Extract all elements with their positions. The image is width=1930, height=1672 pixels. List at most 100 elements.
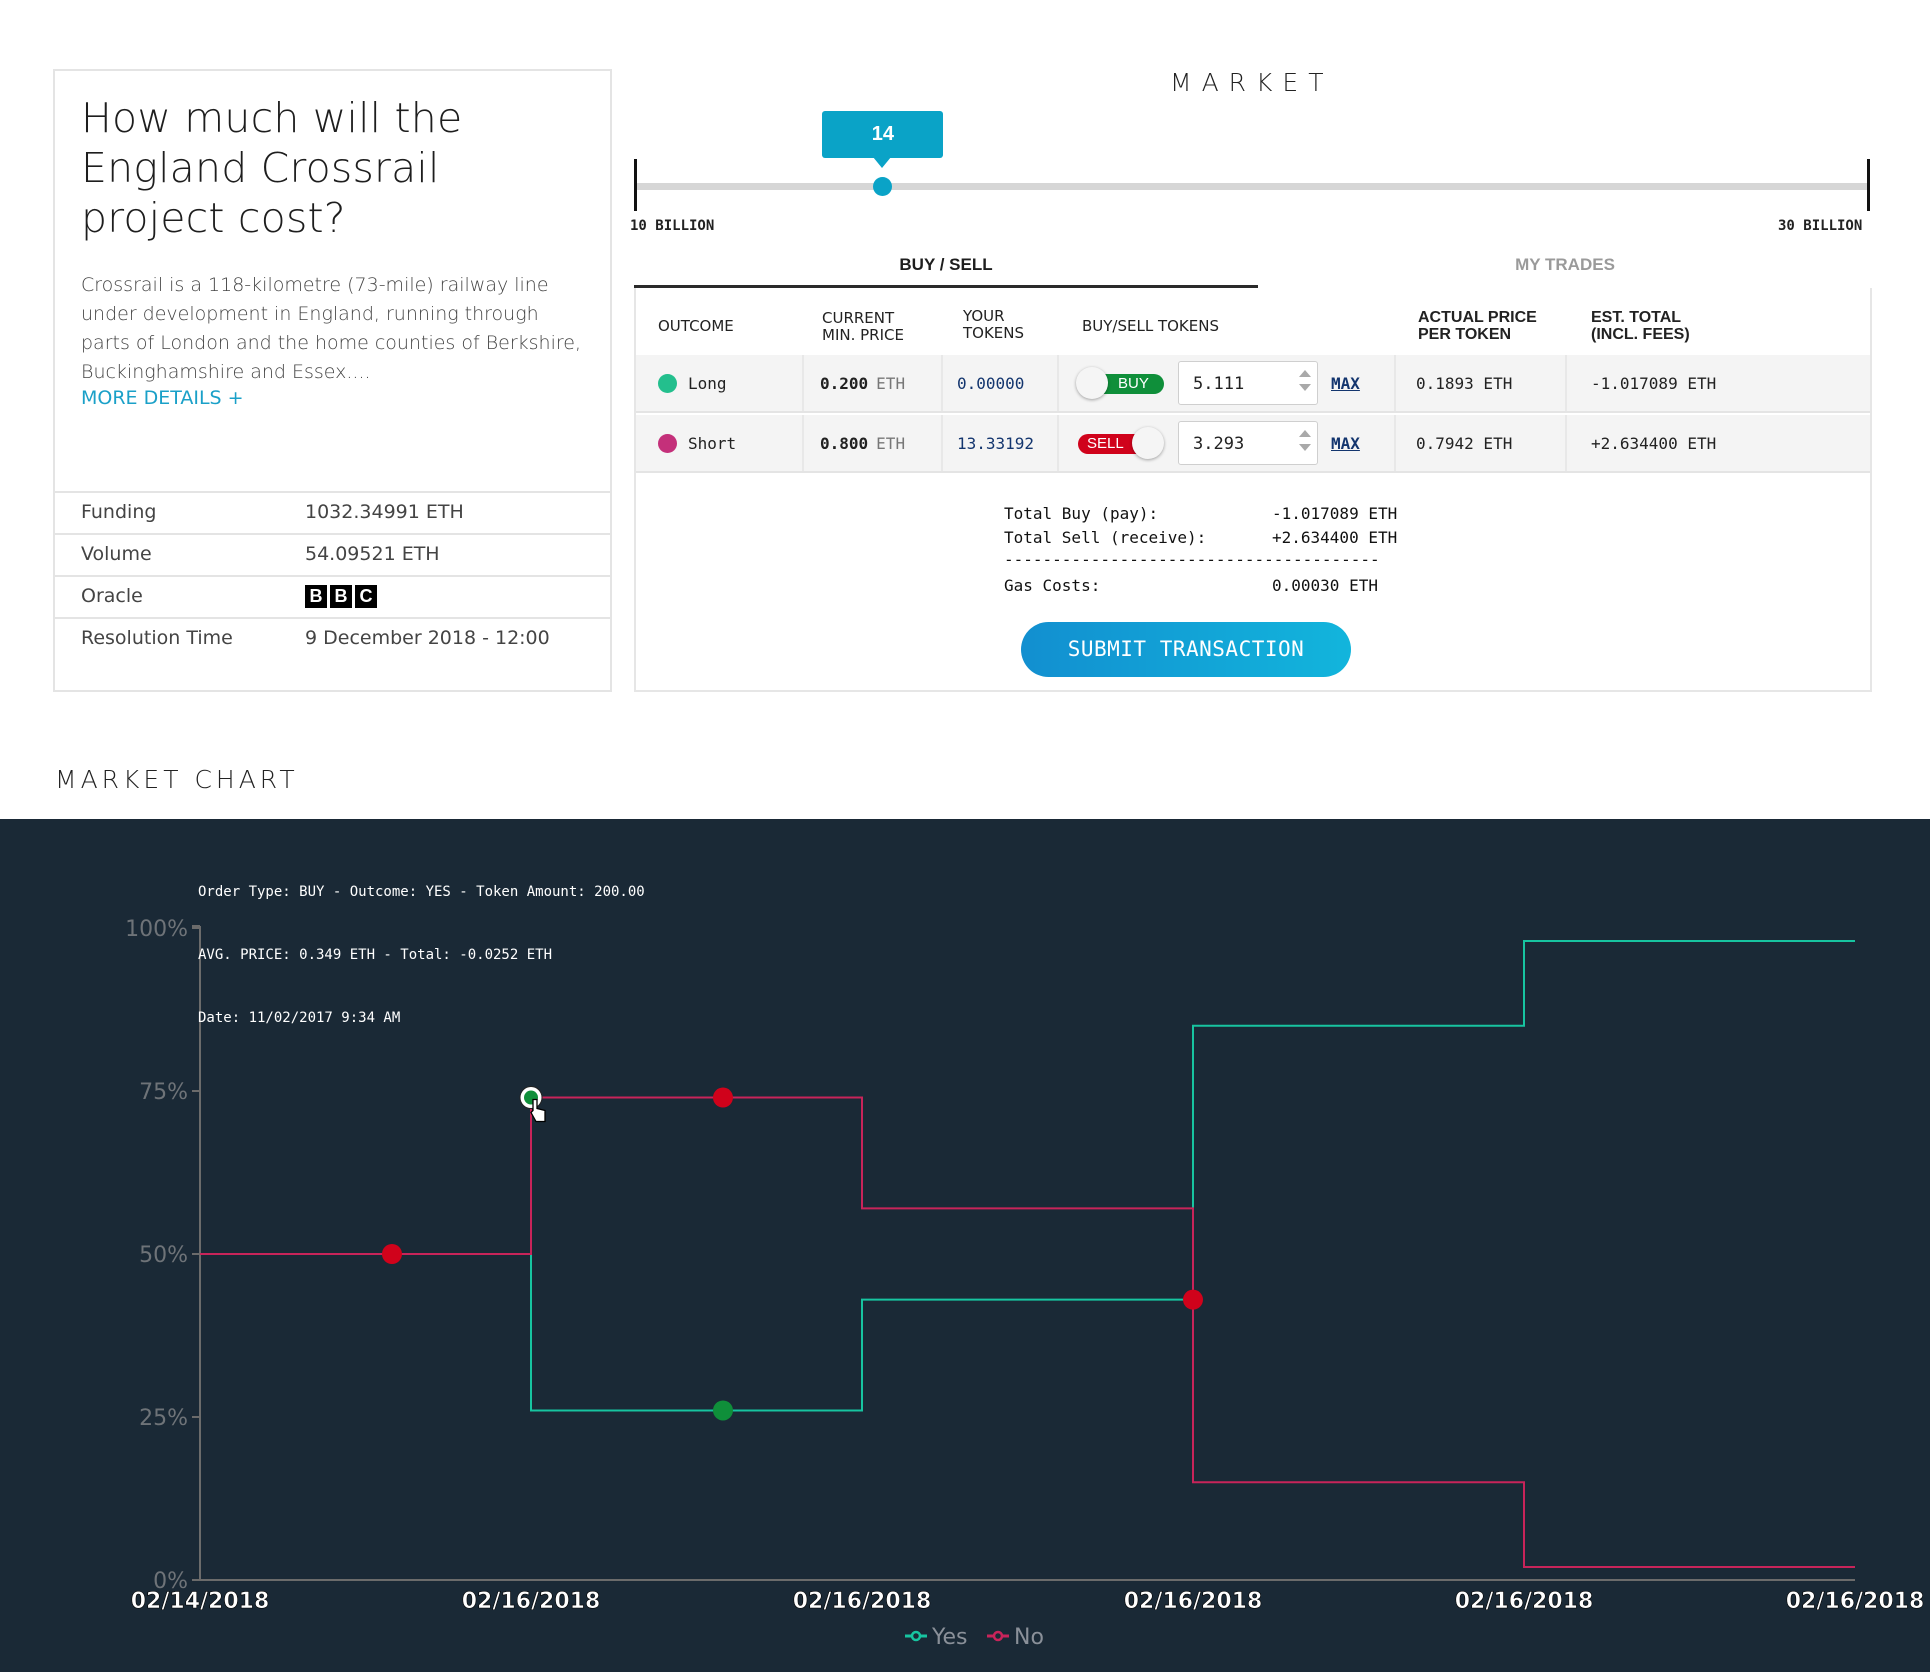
- header-line: ACTUAL PRICE: [1418, 309, 1537, 326]
- tooltip-price-line: AVG. PRICE: 0.349 ETH - Total: -0.0252 E…: [198, 947, 553, 963]
- outcome-cell: Short: [658, 415, 736, 471]
- y-tick-label: 100%: [125, 917, 188, 942]
- est-total-cell: -1.017089 ETH: [1591, 373, 1717, 393]
- header-line: PER TOKEN: [1418, 326, 1512, 343]
- range-slider-track[interactable]: [636, 183, 1870, 190]
- legend-marker-no: [992, 1630, 1004, 1642]
- data-point-marker-no: [381, 1244, 402, 1264]
- slider-bubble-arrow: [873, 157, 892, 168]
- legend-label-yes: Yes: [931, 1625, 968, 1650]
- column-divider: [1565, 415, 1567, 471]
- your-tokens-cell: 0.00000: [957, 373, 1025, 393]
- column-divider: [802, 415, 804, 471]
- actual-price-cell: 0.7942 ETH: [1416, 433, 1513, 453]
- market-chart-title: MARKET CHART: [55, 765, 299, 794]
- total-sell-label: Total Sell (receive):: [1004, 528, 1207, 547]
- amount-stepper[interactable]: [1299, 370, 1311, 398]
- your-tokens-cell: 13.33192: [957, 433, 1035, 453]
- tooltip-order-line: Order Type: BUY - Outcome: YES - Token A…: [198, 884, 645, 900]
- question-description: Crossrail is a 118-kilometre (73-mile) r…: [81, 274, 582, 383]
- x-tick-label: 02/16/2018: [793, 1589, 932, 1614]
- column-divider: [1394, 355, 1396, 411]
- min-price-cell: 0.200 ETH: [820, 355, 905, 411]
- x-tick-label: 02/16/2018: [1786, 1589, 1925, 1614]
- gas-costs-value: 0.00030 ETH: [1272, 576, 1378, 595]
- toggle-knob[interactable]: [1132, 427, 1164, 459]
- column-divider: [1057, 355, 1059, 411]
- summary-divider: ---------------------------------------: [1004, 550, 1380, 569]
- amount-stepper[interactable]: [1299, 430, 1311, 458]
- max-link[interactable]: MAX: [1331, 374, 1360, 393]
- header-line: TOKENS: [963, 324, 1025, 342]
- buy-sell-toggle[interactable]: BUY: [1076, 367, 1166, 399]
- column-divider: [1565, 355, 1567, 411]
- outcome-color-dot: [658, 373, 677, 393]
- legend-marker-yes: [910, 1630, 922, 1642]
- slider-min-cap: [634, 159, 637, 211]
- market-info-table: Funding 1032.34991 ETH Volume 54.09521 E…: [55, 491, 610, 677]
- y-tick-label: 75%: [139, 1080, 188, 1105]
- slider-max-cap: [1867, 159, 1870, 211]
- column-header-est-total: EST. TOTAL (INCL. FEES): [1591, 309, 1690, 343]
- buy-sell-cell: BUY 5.111 MAX: [1076, 355, 1360, 411]
- slider-thumb[interactable]: [873, 177, 893, 196]
- info-row-funding: Funding 1032.34991 ETH: [55, 491, 610, 533]
- token-amount-value: 3.293: [1193, 434, 1245, 454]
- tooltip-date-line: Date: 11/02/2017 9:34 AM: [198, 1010, 401, 1026]
- more-details-link[interactable]: MORE DETAILS +: [81, 387, 244, 409]
- min-price-value: 0.200: [820, 373, 869, 393]
- info-label: Resolution Time: [81, 627, 233, 649]
- chart-tooltip: Order Type: BUY - Outcome: YES - Token A…: [198, 840, 645, 1050]
- stepper-up-icon[interactable]: [1299, 430, 1311, 437]
- info-value: 54.09521 ETH: [305, 543, 440, 565]
- column-header-your-tokens: YOUR TOKENS: [963, 308, 1024, 342]
- slider-max-label: 30 BILLION: [1778, 218, 1863, 234]
- column-divider: [941, 415, 943, 471]
- header-line: (INCL. FEES): [1591, 326, 1690, 343]
- actual-price-cell: 0.1893 ETH: [1416, 373, 1513, 393]
- stepper-up-icon[interactable]: [1299, 370, 1311, 377]
- bbc-logo-letter: B: [305, 585, 327, 608]
- bbc-logo-letter: C: [355, 585, 377, 608]
- slider-min-label: 10 BILLION: [630, 218, 715, 234]
- outcome-name: Short: [688, 433, 737, 453]
- slider-value-bubble: 14: [822, 111, 944, 158]
- column-header-actual-price: ACTUAL PRICE PER TOKEN: [1418, 309, 1537, 343]
- header-line: YOUR: [963, 307, 1005, 325]
- x-tick-label: 02/14/2018: [131, 1589, 270, 1614]
- info-value: 1032.34991 ETH: [305, 501, 464, 523]
- submit-transaction-button[interactable]: SUBMIT TRANSACTION: [1021, 622, 1351, 677]
- est-total-cell: +2.634400 ETH: [1591, 433, 1717, 453]
- legend-label-no: No: [1014, 1625, 1044, 1650]
- stepper-down-icon[interactable]: [1299, 384, 1311, 391]
- max-link[interactable]: MAX: [1331, 434, 1360, 453]
- buy-sell-toggle[interactable]: SELL: [1076, 427, 1166, 459]
- column-divider: [1394, 415, 1396, 471]
- total-sell-value: +2.634400 ETH: [1272, 528, 1398, 547]
- info-value: 9 December 2018 - 12:00: [305, 627, 550, 649]
- token-amount-input[interactable]: 5.111: [1178, 361, 1318, 405]
- tab-buy-sell[interactable]: BUY / SELL: [634, 255, 1258, 275]
- min-price-cell: 0.800 ETH: [820, 415, 905, 471]
- token-amount-input[interactable]: 3.293: [1178, 421, 1318, 465]
- info-row-volume: Volume 54.09521 ETH: [55, 533, 610, 575]
- x-tick-label: 02/16/2018: [1124, 1589, 1263, 1614]
- question-title: How much will the England Crossrail proj…: [81, 94, 463, 242]
- tab-my-trades[interactable]: MY TRADES: [1258, 255, 1872, 275]
- stepper-down-icon[interactable]: [1299, 444, 1311, 451]
- data-point-marker-yes: [712, 1400, 733, 1421]
- column-divider: [941, 355, 943, 411]
- data-point-marker-no: [712, 1087, 733, 1108]
- x-tick-label: 02/16/2018: [462, 1589, 601, 1614]
- series-line-no: [200, 1096, 1855, 1568]
- table-row-short: Short 0.800 ETH 13.33192 SELL 3.293 MAX …: [636, 415, 1870, 473]
- min-price-unit: ETH: [876, 433, 906, 453]
- info-row-oracle: Oracle B B C: [55, 575, 610, 617]
- column-header-current-min-price: CURRENT MIN. PRICE: [822, 310, 904, 344]
- info-label: Oracle: [81, 585, 143, 607]
- column-header-buy-sell-tokens: BUY/SELL TOKENS: [1082, 317, 1219, 335]
- header-line: MIN. PRICE: [822, 326, 904, 344]
- toggle-knob[interactable]: [1076, 367, 1108, 399]
- gas-costs-label: Gas Costs:: [1004, 576, 1101, 595]
- y-tick-label: 25%: [139, 1406, 188, 1431]
